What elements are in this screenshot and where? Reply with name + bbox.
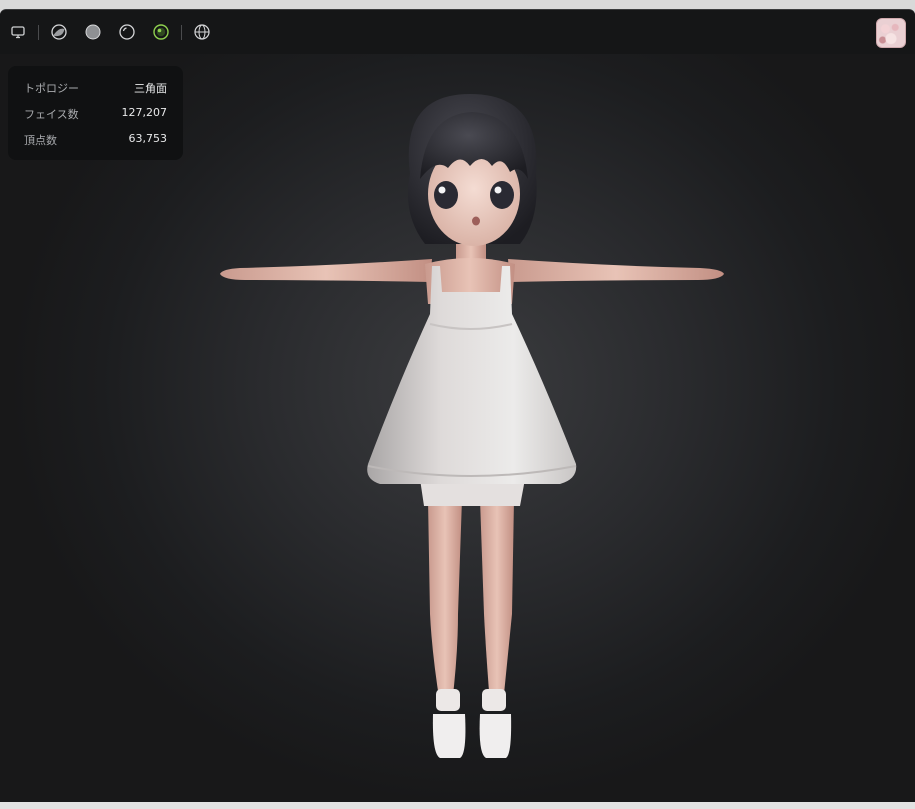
solid-sphere-icon[interactable] — [84, 23, 102, 41]
right-sock — [482, 689, 506, 711]
left-shoe — [432, 714, 466, 758]
3d-viewport[interactable]: トポロジー 三角面 フェイス数 127,207 頂点数 63,753 — [0, 54, 915, 803]
toolbar-separator — [181, 25, 182, 40]
right-leg — [480, 499, 514, 704]
right-shoe — [479, 714, 512, 758]
wireframe-globe-icon[interactable] — [193, 23, 211, 41]
monitor-icon[interactable] — [9, 23, 27, 41]
outline-sphere-icon[interactable] — [118, 23, 136, 41]
textured-sphere-icon[interactable] — [152, 23, 170, 41]
right-eye — [490, 181, 514, 209]
material-sphere-icon[interactable] — [50, 23, 68, 41]
dress — [367, 266, 577, 484]
viewer-window: トポロジー 三角面 フェイス数 127,207 頂点数 63,753 — [0, 9, 915, 803]
left-eye — [434, 181, 458, 209]
mouth — [472, 216, 480, 226]
right-arm — [508, 259, 724, 282]
left-eye-highlight — [438, 186, 446, 194]
left-arm — [220, 259, 432, 282]
user-avatar[interactable] — [876, 18, 906, 48]
left-sock — [436, 689, 460, 711]
bottom-edge — [0, 802, 915, 809]
viewer-toolbar — [0, 10, 915, 54]
toolbar-separator — [38, 25, 39, 40]
character-model — [220, 94, 724, 758]
left-leg — [428, 499, 462, 704]
right-eye-highlight — [494, 186, 502, 194]
